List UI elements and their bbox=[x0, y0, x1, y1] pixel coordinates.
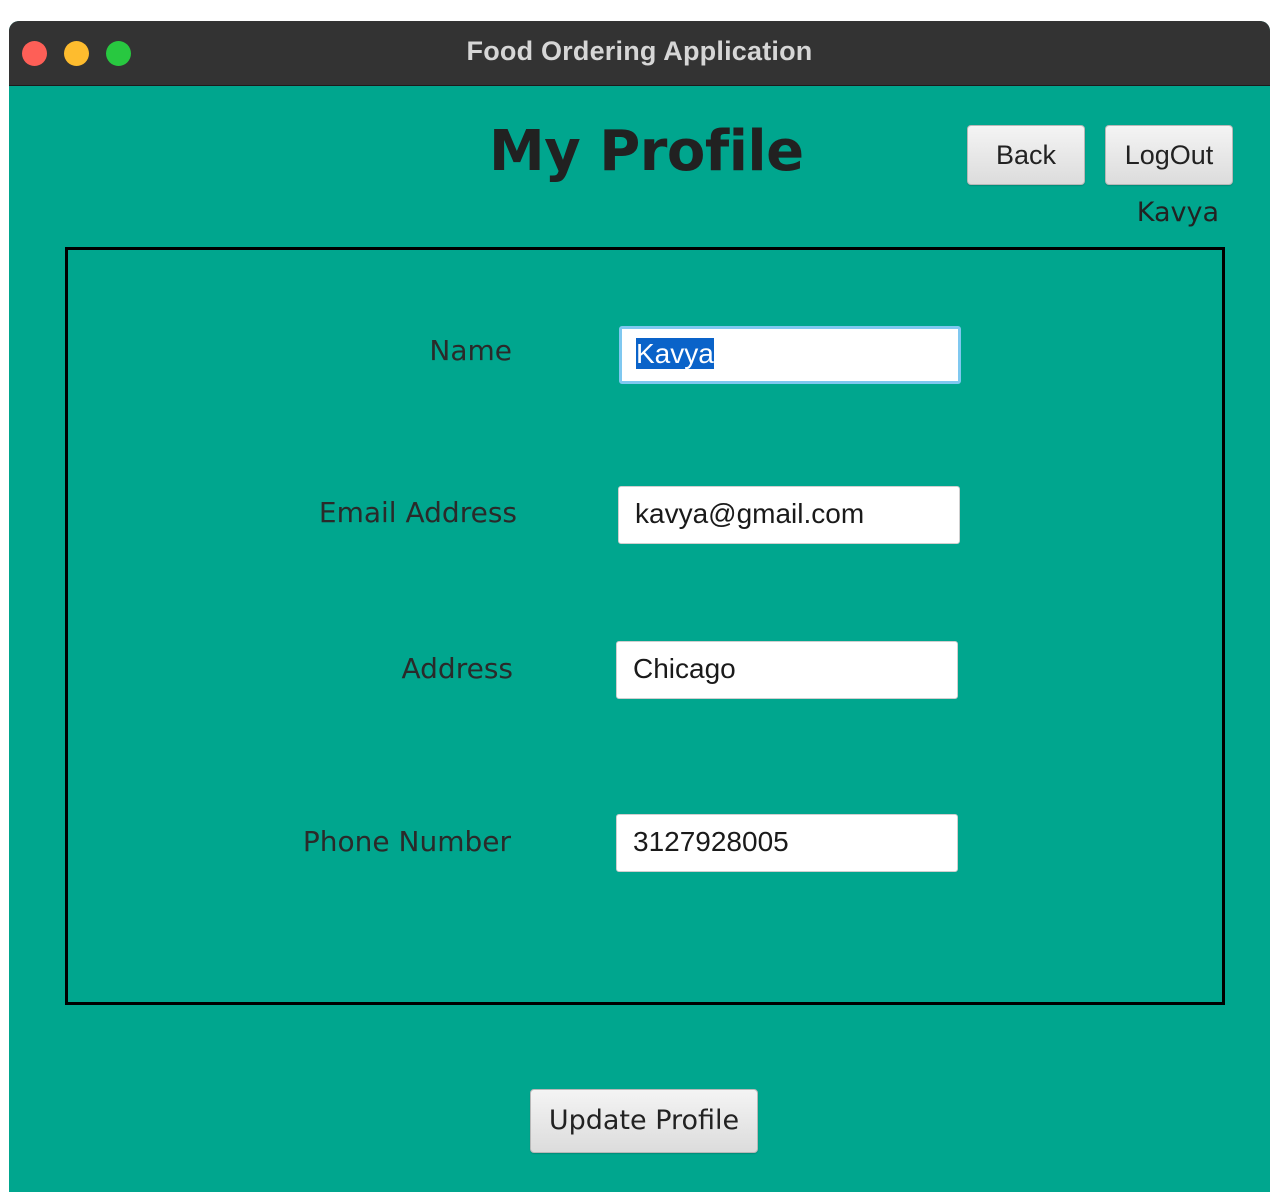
phone-label: Phone Number bbox=[302, 825, 511, 858]
name-label: Name bbox=[429, 334, 512, 367]
email-field[interactable]: kavya@gmail.com bbox=[618, 486, 960, 544]
back-button[interactable]: Back bbox=[967, 125, 1085, 185]
phone-field[interactable]: 3127928005 bbox=[616, 814, 958, 872]
page-title: My Profile bbox=[489, 119, 804, 184]
current-user-label: Kavya bbox=[1136, 197, 1219, 228]
logout-button[interactable]: LogOut bbox=[1105, 125, 1233, 185]
email-label: Email Address bbox=[318, 496, 517, 529]
title-bar[interactable]: Food Ordering Application bbox=[9, 21, 1270, 86]
app-window: Food Ordering Application My Profile Bac… bbox=[9, 21, 1270, 1192]
profile-form-panel: Name Kavya Email Address kavya@gmail.com… bbox=[65, 247, 1225, 1005]
address-field[interactable]: Chicago bbox=[616, 641, 958, 699]
name-field[interactable]: Kavya bbox=[619, 326, 961, 384]
update-profile-button[interactable]: Update Profile bbox=[530, 1089, 758, 1153]
address-label: Address bbox=[401, 652, 513, 685]
name-field-value: Kavya bbox=[636, 338, 714, 369]
window-title: Food Ordering Application bbox=[466, 36, 813, 66]
